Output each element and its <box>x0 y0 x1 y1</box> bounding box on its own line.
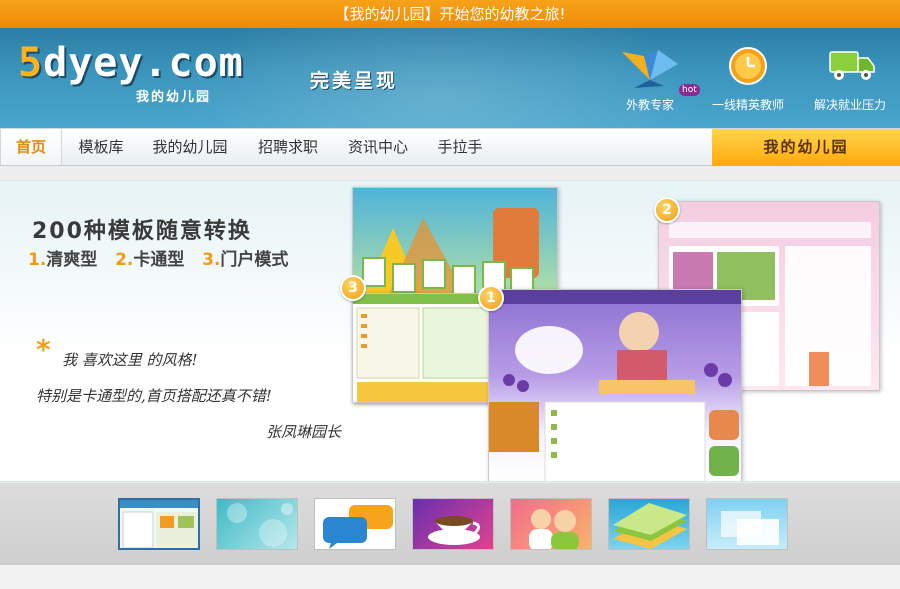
truck-icon <box>828 46 875 90</box>
hot-badge: hot <box>679 84 700 96</box>
nav-item-jobs[interactable]: 招聘求职 <box>248 129 328 165</box>
clock-icon <box>726 46 770 90</box>
star-icon: * <box>36 333 51 366</box>
elite-teacher-link[interactable]: 一线精英教师 <box>705 46 791 113</box>
thumb-windows[interactable] <box>706 498 788 550</box>
banner-template-types: 1.清爽型 2.卡通型 3.门户模式 <box>28 250 289 270</box>
foreign-expert-label: 外教专家 <box>625 98 674 112</box>
header-slogan: 完美呈现 <box>310 70 399 92</box>
thumb-teal-bokeh[interactable] <box>216 498 298 550</box>
nav-item-my-kindergarten[interactable]: 我的幼儿园 <box>142 129 238 165</box>
banner-title: 200种模板随意转换 <box>32 219 252 244</box>
thumbnail-strip <box>0 483 900 565</box>
badge-2: 2 <box>654 197 680 223</box>
badge-3: 3 <box>340 275 366 301</box>
employment-link[interactable]: 解决就业压力 <box>805 46 895 113</box>
testimonial-line-1: 我 喜欢这里 的风格! <box>62 351 198 369</box>
thumb-chat-bubbles[interactable] <box>314 498 396 550</box>
foreign-expert-link[interactable]: hot 外教专家 <box>615 46 700 113</box>
thumb-users[interactable] <box>510 498 592 550</box>
main-nav: 首页 模板库 我的幼儿园 招聘求职 资讯中心 手拉手 我的幼儿园 <box>0 128 900 166</box>
my-kindergarten-button[interactable]: 我的幼儿园 <box>712 129 900 166</box>
announcement-text: 【我的幼儿园】开始您的幼教之旅! <box>334 5 566 23</box>
thumb-coffee-cup[interactable] <box>412 498 494 550</box>
top-announcement-bar: 【我的幼儿园】开始您的幼教之旅! <box>0 0 900 28</box>
testimonial-line-2: 特别是卡通型的,首页搭配还真不错! <box>36 387 272 405</box>
footer-area <box>0 565 900 589</box>
hero-banner[interactable]: 200种模板随意转换 1.清爽型 2.卡通型 3.门户模式 * 我 喜欢这里 的… <box>0 180 900 482</box>
employment-label: 解决就业压力 <box>813 98 886 112</box>
elite-teacher-label: 一线精英教师 <box>711 98 784 112</box>
site-logo[interactable]: 5dyey.com <box>18 40 244 86</box>
nav-item-home[interactable]: 首页 <box>0 129 62 165</box>
nav-item-hand-in-hand[interactable]: 手拉手 <box>428 129 492 165</box>
template-preview-portal <box>352 293 492 403</box>
nav-item-news[interactable]: 资讯中心 <box>338 129 418 165</box>
nav-item-templates[interactable]: 模板库 <box>66 129 136 165</box>
badge-1: 1 <box>478 285 504 311</box>
thumb-green-layers[interactable] <box>608 498 690 550</box>
origami-crane-icon <box>622 46 678 90</box>
site-header: 5dyey.com 我的幼儿园 完美呈现 hot 外教专家 一线精英教师 解决就… <box>0 28 900 128</box>
thumb-template-preview[interactable] <box>118 498 200 550</box>
testimonial-signature: 张凤琳园长 <box>266 423 342 441</box>
logo-subtitle: 我的幼儿园 <box>136 90 212 105</box>
template-preview-portal-purple <box>488 289 742 481</box>
